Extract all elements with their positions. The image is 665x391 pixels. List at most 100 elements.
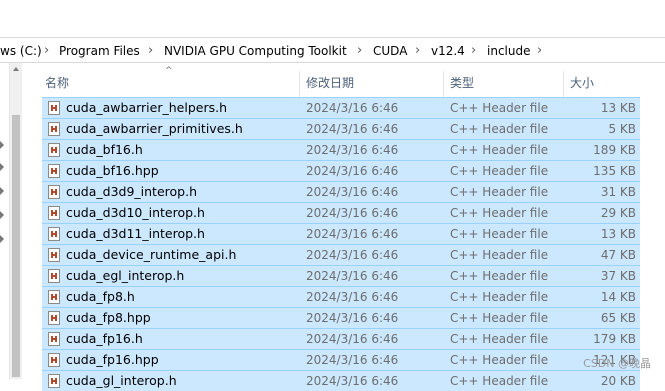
header-file-icon [48, 206, 60, 220]
expand-arrow-icon[interactable] [0, 163, 4, 171]
file-name: cuda_egl_interop.h [66, 268, 185, 283]
file-type: C++ Header file [450, 374, 549, 388]
column-divider[interactable] [563, 71, 564, 97]
header-file-icon [48, 122, 60, 136]
expand-arrow-icon[interactable] [0, 235, 4, 243]
header-file-icon [48, 374, 60, 388]
breadcrumb-cuda[interactable]: CUDA [373, 43, 407, 59]
file-list: cuda_awbarrier_helpers.h 2024/3/16 6:46 C+… [42, 97, 640, 391]
expand-arrow-icon[interactable] [0, 187, 4, 195]
scrollbar-thumb[interactable] [12, 115, 20, 377]
column-divider[interactable] [443, 71, 444, 97]
column-header-type[interactable]: 类型 [450, 75, 474, 91]
file-date: 2024/3/16 6:46 [306, 353, 399, 367]
file-type: C++ Header file [450, 269, 549, 283]
file-size: 31 KB [600, 185, 636, 199]
file-size: 37 KB [600, 269, 636, 283]
header-file-icon [48, 227, 60, 241]
navigation-pane[interactable] [0, 63, 8, 379]
breadcrumb-program-files[interactable]: Program Files [59, 43, 140, 59]
expand-arrow-icon[interactable] [0, 211, 4, 219]
navigation-scrollbar[interactable] [9, 63, 22, 379]
file-type: C++ Header file [450, 164, 549, 178]
breadcrumb-separator-icon[interactable]: › [44, 43, 49, 59]
breadcrumb-separator-icon[interactable]: › [357, 43, 362, 59]
breadcrumb-nvidia-toolkit[interactable]: NVIDIA GPU Computing Toolkit [164, 43, 347, 59]
header-file-icon [48, 164, 60, 178]
header-file-icon [48, 311, 60, 325]
column-header-date[interactable]: 修改日期 [306, 75, 354, 91]
file-size: 13 KB [600, 227, 636, 241]
file-size: 47 KB [600, 248, 636, 262]
file-date: 2024/3/16 6:46 [306, 332, 399, 346]
column-header-row: ^ 名称 修改日期 类型 大小 [22, 63, 665, 97]
breadcrumb-separator-icon[interactable]: › [415, 43, 420, 59]
file-name: cuda_awbarrier_helpers.h [66, 100, 227, 115]
file-date: 2024/3/16 6:46 [306, 290, 399, 304]
file-type: C++ Header file [450, 227, 549, 241]
address-bar[interactable]: ws (C:) › Program Files › NVIDIA GPU Com… [0, 37, 665, 63]
file-name: cuda_fp8.h [66, 289, 135, 304]
watermark: CSDN @晚晶 [583, 357, 651, 370]
breadcrumb-drive[interactable]: ws (C:) [0, 43, 42, 59]
file-date: 2024/3/16 6:46 [306, 143, 399, 157]
file-row[interactable]: cuda_gl_interop.h 2024/3/16 6:46 C++ Heade… [42, 370, 640, 391]
file-type: C++ Header file [450, 206, 549, 220]
expand-arrow-icon[interactable] [0, 141, 4, 149]
file-type: C++ Header file [450, 101, 549, 115]
scroll-up-icon[interactable] [13, 67, 19, 71]
column-header-size[interactable]: 大小 [570, 75, 594, 91]
file-row[interactable]: cuda_fp16.h 2024/3/16 6:46 C++ Header file… [42, 328, 640, 349]
header-file-icon [48, 332, 60, 346]
breadcrumb-separator-icon[interactable]: › [471, 43, 476, 59]
header-file-icon [48, 353, 60, 367]
file-row[interactable]: cuda_fp8.h 2024/3/16 6:46 C++ Header file 1… [42, 286, 640, 307]
breadcrumb-separator-icon[interactable]: › [537, 43, 542, 59]
file-date: 2024/3/16 6:46 [306, 122, 399, 136]
breadcrumb-separator-icon[interactable]: › [148, 43, 153, 59]
file-name: cuda_fp16.h [66, 331, 143, 346]
file-date: 2024/3/16 6:46 [306, 269, 399, 283]
file-size: 20 KB [600, 374, 636, 388]
file-size: 65 KB [600, 311, 636, 325]
file-type: C++ Header file [450, 311, 549, 325]
file-type: C++ Header file [450, 185, 549, 199]
file-row[interactable]: cuda_egl_interop.h 2024/3/16 6:46 C++ Head… [42, 265, 640, 286]
sort-ascending-icon: ^ [165, 66, 173, 76]
file-size: 29 KB [600, 206, 636, 220]
header-file-icon [48, 143, 60, 157]
file-type: C++ Header file [450, 290, 549, 304]
file-row[interactable]: cuda_d3d9_interop.h 2024/3/16 6:46 C++ Hea… [42, 181, 640, 202]
file-type: C++ Header file [450, 122, 549, 136]
file-size: 5 KB [608, 122, 636, 136]
breadcrumb-include[interactable]: include [487, 43, 530, 59]
file-name: cuda_bf16.h [66, 142, 143, 157]
file-name: cuda_fp16.hpp [66, 352, 159, 367]
file-date: 2024/3/16 6:46 [306, 206, 399, 220]
header-file-icon [48, 290, 60, 304]
file-row[interactable]: cuda_d3d10_interop.h 2024/3/16 6:46 C++ He… [42, 202, 640, 223]
header-file-icon [48, 101, 60, 115]
header-file-icon [48, 248, 60, 262]
file-row[interactable]: cuda_fp16.hpp 2024/3/16 6:46 C++ Header fi… [42, 349, 640, 370]
file-row[interactable]: cuda_fp8.hpp 2024/3/16 6:46 C++ Header fil… [42, 307, 640, 328]
column-divider[interactable] [299, 71, 300, 97]
file-type: C++ Header file [450, 248, 549, 262]
window-top-area [0, 0, 665, 37]
file-name: cuda_awbarrier_primitives.h [66, 121, 243, 136]
header-file-icon [48, 185, 60, 199]
file-row[interactable]: cuda_awbarrier_helpers.h 2024/3/16 6:46 C+… [42, 97, 640, 118]
file-row[interactable]: cuda_bf16.hpp 2024/3/16 6:46 C++ Header fi… [42, 160, 640, 181]
file-name: cuda_d3d10_interop.h [66, 205, 205, 220]
file-size: 135 KB [593, 164, 636, 178]
file-size: 189 KB [593, 143, 636, 157]
file-date: 2024/3/16 6:46 [306, 311, 399, 325]
column-header-name[interactable]: 名称 [45, 75, 69, 91]
file-row[interactable]: cuda_d3d11_interop.h 2024/3/16 6:46 C++ He… [42, 223, 640, 244]
file-row[interactable]: cuda_device_runtime_api.h 2024/3/16 6:46 C… [42, 244, 640, 265]
file-name: cuda_bf16.hpp [66, 163, 159, 178]
file-name: cuda_fp8.hpp [66, 310, 151, 325]
breadcrumb-version[interactable]: v12.4 [431, 43, 465, 59]
file-row[interactable]: cuda_awbarrier_primitives.h 2024/3/16 6:4… [42, 118, 640, 139]
file-row[interactable]: cuda_bf16.h 2024/3/16 6:46 C++ Header file… [42, 139, 640, 160]
